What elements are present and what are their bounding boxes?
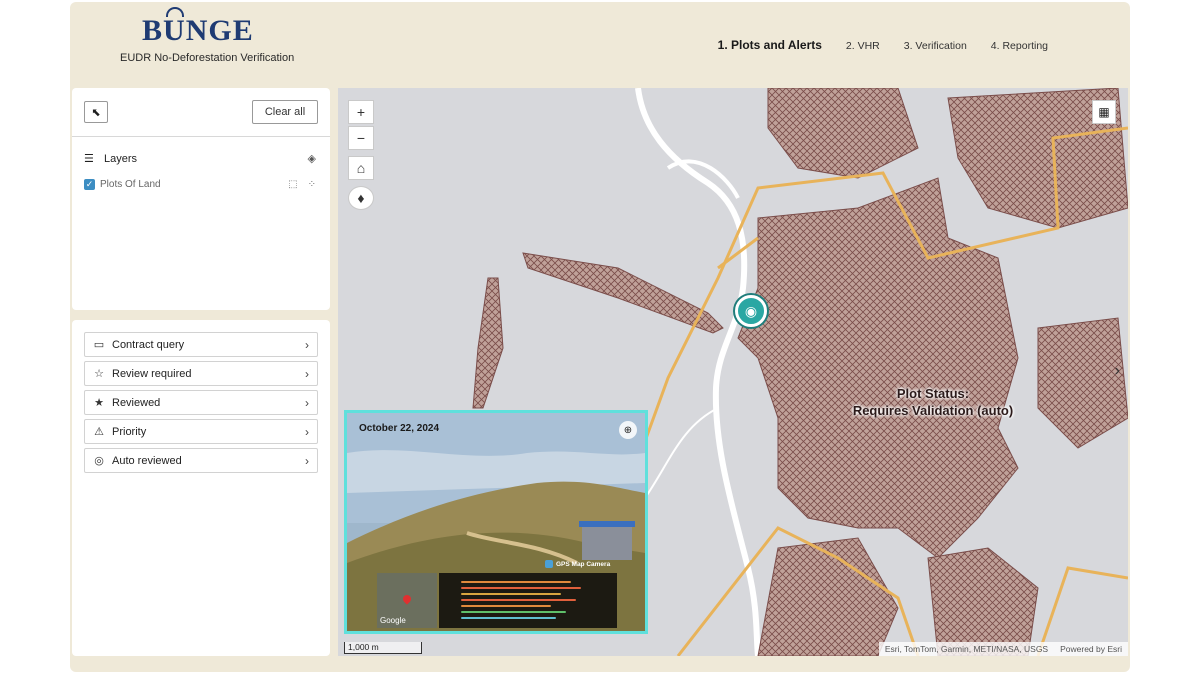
powered-by-link[interactable]: Powered by Esri (1060, 644, 1122, 654)
layer-item-plots-of-land: ✓ Plots Of Land ⬚ ⁘ (84, 179, 316, 190)
expand-right-icon[interactable]: › (1115, 362, 1120, 380)
nav-verification[interactable]: 3. Verification (904, 40, 967, 52)
auto-review-icon: ◎ (94, 455, 104, 467)
photo-location-marker[interactable]: ◉ (735, 295, 767, 327)
metadata-line (461, 593, 561, 595)
zoom-in-button[interactable]: + (348, 100, 374, 124)
layer-label: Plots Of Land (100, 179, 161, 190)
nav-reporting[interactable]: 4. Reporting (991, 40, 1048, 52)
header: BUNGE EUDR No-Deforestation Verification… (70, 2, 1130, 88)
filter-contract-query[interactable]: ▭ Contract query › (84, 332, 318, 357)
metadata-line (461, 617, 556, 619)
photo-metadata-box (439, 573, 617, 628)
star-filled-icon: ★ (94, 397, 104, 409)
attribution-text: Esri, TomTom, Garmin, METI/NASA, USGS (884, 644, 1049, 654)
select-tool-button[interactable]: ⬉ (84, 101, 108, 123)
filters-panel: ▭ Contract query › ☆ Review required › ★… (72, 320, 330, 656)
chevron-right-icon: › (305, 366, 309, 381)
panel-divider (72, 136, 330, 137)
grid-icon: ▦ (1098, 105, 1110, 119)
cursor-select-icon: ⬉ (91, 106, 101, 119)
chevron-right-icon: › (305, 424, 309, 439)
compass-button[interactable]: ♦ (348, 186, 374, 210)
filter-auto-reviewed[interactable]: ◎ Auto reviewed › (84, 448, 318, 473)
mini-map-label: Google (380, 616, 406, 625)
field-photo-popup[interactable]: October 22, 2024 ⊕ GPS Map Camera Google (344, 410, 648, 634)
nav-plots-and-alerts[interactable]: 1. Plots and Alerts (718, 38, 822, 52)
chevron-right-icon: › (305, 395, 309, 410)
metadata-line (461, 611, 566, 613)
filter-priority[interactable]: ⚠ Priority › (84, 419, 318, 444)
nav-vhr[interactable]: 2. VHR (846, 40, 880, 52)
map-view[interactable]: + − ⌂ ♦ ▦ ◉ Plot Status: Requires Valida… (338, 88, 1128, 656)
layers-title: Layers (104, 152, 138, 165)
camera-icon: ◉ (744, 302, 758, 319)
metadata-line (461, 581, 571, 583)
star-outline-icon: ☆ (94, 368, 104, 380)
filter-label: Auto reviewed (112, 454, 182, 467)
basemap-gallery-button[interactable]: ▦ (1092, 100, 1116, 124)
map-scale-bar: 1,000 m (344, 642, 422, 654)
clear-all-button[interactable]: Clear all (252, 100, 318, 124)
zoom-out-button[interactable]: − (348, 126, 374, 150)
metadata-line (461, 587, 581, 589)
filter-label: Reviewed (112, 396, 161, 409)
photo-zoom-icon[interactable]: ⊕ (619, 421, 637, 439)
gps-camera-tag: GPS Map Camera (545, 560, 610, 568)
plot-status-label: Plot Status: Requires Validation (auto) (778, 385, 1088, 419)
hazard-icon: ⚠ (94, 426, 104, 438)
folder-icon: ▭ (93, 339, 105, 351)
filter-reviewed[interactable]: ★ Reviewed › (84, 390, 318, 415)
photo-mini-map: Google (377, 573, 437, 628)
photo-date: October 22, 2024 (359, 423, 440, 434)
layer-stack-icon[interactable]: ◈ (308, 152, 316, 165)
filter-label: Contract query (112, 338, 185, 351)
status-line-value: Requires Validation (auto) (852, 403, 1014, 418)
metadata-line (461, 605, 551, 607)
gps-camera-icon (545, 560, 553, 568)
compass-icon: ♦ (357, 190, 365, 206)
home-button[interactable]: ⌂ (348, 156, 374, 180)
gps-label: GPS Map Camera (556, 560, 611, 568)
filter-label: Priority (112, 425, 147, 438)
bunge-logo: BUNGE (142, 7, 254, 47)
app-window: BUNGE EUDR No-Deforestation Verification… (70, 2, 1130, 672)
map-attribution: Esri, TomTom, Garmin, METI/NASA, USGS Po… (878, 642, 1128, 656)
chevron-right-icon: › (305, 337, 309, 352)
layers-panel: ⬉ Clear all ☰ Layers ◈ ✓ Plots Of Land ⬚… (72, 88, 330, 310)
chevron-right-icon: › (305, 453, 309, 468)
layers-list-icon: ☰ (84, 153, 94, 165)
home-icon: ⌂ (356, 160, 366, 176)
workflow-nav: 1. Plots and Alerts 2. VHR 3. Verificati… (718, 38, 1048, 52)
filter-label: Review required (112, 367, 192, 380)
layers-header: ☰ Layers ◈ (84, 152, 316, 166)
filter-review-required[interactable]: ☆ Review required › (84, 361, 318, 386)
layer-clear-selection-icon[interactable]: ⬚ (288, 179, 297, 190)
location-pin-icon (401, 593, 413, 605)
layer-checkbox[interactable]: ✓ (84, 179, 95, 190)
layer-options-icon[interactable]: ⁘ (308, 179, 316, 190)
app-subtitle: EUDR No-Deforestation Verification (120, 52, 295, 64)
metadata-line (461, 599, 576, 601)
status-line-title: Plot Status: (896, 386, 970, 401)
